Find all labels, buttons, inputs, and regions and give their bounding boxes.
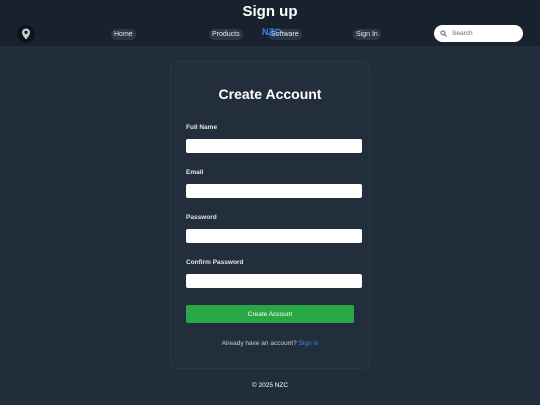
- signin-prompt: Already have an account? Sign in: [0, 340, 540, 347]
- signin-prompt-text: Already have an account?: [221, 340, 297, 347]
- page-title: Sign up: [242, 3, 298, 20]
- confirm-password-label: Confirm Password: [186, 259, 244, 266]
- signin-link[interactable]: Sign in: [299, 340, 319, 347]
- footer-copyright: © 2025 NZC: [251, 382, 289, 389]
- password-label: Password: [186, 214, 217, 221]
- map-pin-icon: [22, 28, 30, 40]
- full-name-input[interactable]: [186, 139, 362, 153]
- email-label: Email: [186, 169, 204, 176]
- nav-products[interactable]: Products: [209, 29, 243, 40]
- logo-button[interactable]: [17, 25, 35, 43]
- email-input[interactable]: [186, 184, 362, 198]
- search-box[interactable]: [434, 25, 523, 42]
- nav-home[interactable]: Home: [111, 29, 136, 40]
- create-account-button[interactable]: Create Account: [186, 305, 354, 323]
- password-input[interactable]: [186, 229, 362, 243]
- form-title: Create Account: [218, 86, 322, 102]
- search-input[interactable]: [452, 30, 522, 37]
- confirm-password-input[interactable]: [186, 274, 362, 288]
- brand-logo-text[interactable]: NZC: [262, 27, 281, 38]
- full-name-label: Full Name: [186, 124, 218, 131]
- search-icon: [440, 30, 447, 37]
- top-navbar: Sign up Home Products Software NZC Sign …: [0, 0, 540, 46]
- nav-sign-in[interactable]: Sign In: [353, 29, 381, 40]
